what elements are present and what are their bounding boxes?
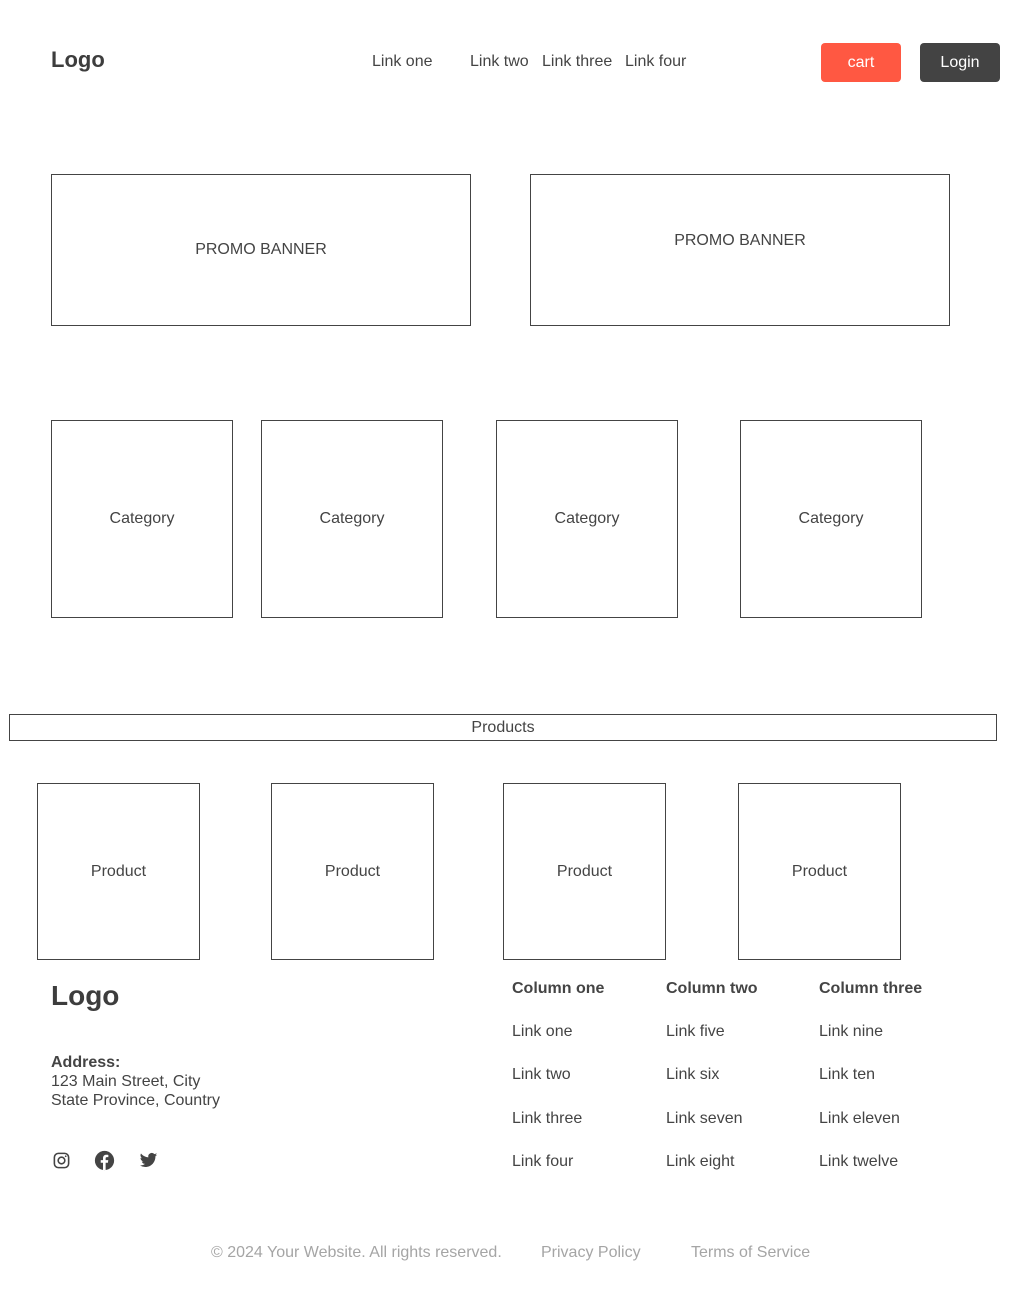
product-label: Product bbox=[791, 862, 848, 880]
product-label: Product bbox=[324, 862, 381, 880]
promo-banner-label: PROMO BANNER bbox=[674, 232, 806, 249]
footer-logo[interactable]: Logo bbox=[51, 980, 119, 1012]
product-card-1[interactable]: Product bbox=[37, 783, 200, 960]
product-card-4[interactable]: Product bbox=[738, 783, 901, 960]
terms-of-service-link[interactable]: Terms of Service bbox=[691, 1244, 810, 1262]
footer-link[interactable]: Link three bbox=[512, 1110, 582, 1128]
address-line-2: State Province, Country bbox=[51, 1092, 220, 1109]
footer-link[interactable]: Link four bbox=[512, 1153, 573, 1171]
footer-column-one-title: Column one bbox=[512, 980, 605, 997]
nav-link-four[interactable]: Link four bbox=[625, 53, 686, 71]
instagram-icon[interactable] bbox=[51, 1150, 72, 1171]
footer-link[interactable]: Link five bbox=[666, 1023, 725, 1041]
category-card-3[interactable]: Category bbox=[496, 420, 678, 618]
cart-button[interactable]: cart bbox=[821, 43, 901, 82]
products-section-title: Products bbox=[9, 714, 997, 741]
footer-link[interactable]: Link eight bbox=[666, 1153, 735, 1171]
category-label: Category bbox=[319, 510, 385, 527]
footer-link[interactable]: Link seven bbox=[666, 1110, 743, 1128]
header-logo[interactable]: Logo bbox=[51, 47, 105, 73]
footer-column-two-title: Column two bbox=[666, 980, 758, 997]
twitter-icon[interactable] bbox=[138, 1150, 159, 1171]
footer-column-three-title: Column three bbox=[819, 980, 923, 997]
category-label: Category bbox=[798, 510, 864, 527]
nav-link-two[interactable]: Link two bbox=[470, 53, 529, 71]
product-label: Product bbox=[556, 862, 613, 880]
promo-banner-1[interactable]: PROMO BANNER bbox=[51, 174, 471, 326]
category-card-4[interactable]: Category bbox=[740, 420, 922, 618]
footer-link[interactable]: Link two bbox=[512, 1066, 571, 1084]
login-button[interactable]: Login bbox=[920, 43, 1000, 82]
product-label: Product bbox=[90, 862, 147, 880]
facebook-icon[interactable] bbox=[94, 1150, 115, 1171]
footer-link[interactable]: Link ten bbox=[819, 1066, 875, 1084]
category-label: Category bbox=[554, 510, 620, 527]
promo-banner-2[interactable]: PROMO BANNER bbox=[530, 174, 950, 326]
category-card-1[interactable]: Category bbox=[51, 420, 233, 618]
category-card-2[interactable]: Category bbox=[261, 420, 443, 618]
nav-link-one[interactable]: Link one bbox=[372, 53, 433, 71]
address-label: Address: bbox=[51, 1054, 121, 1071]
products-title-text: Products bbox=[471, 718, 535, 736]
product-card-3[interactable]: Product bbox=[503, 783, 666, 960]
privacy-policy-link[interactable]: Privacy Policy bbox=[541, 1244, 641, 1262]
footer-link[interactable]: Link eleven bbox=[819, 1110, 900, 1128]
nav-link-three[interactable]: Link three bbox=[542, 53, 612, 71]
footer-link[interactable]: Link six bbox=[666, 1066, 719, 1084]
footer-link[interactable]: Link one bbox=[512, 1023, 573, 1041]
product-card-2[interactable]: Product bbox=[271, 783, 434, 960]
footer-link[interactable]: Link twelve bbox=[819, 1153, 898, 1171]
category-label: Category bbox=[109, 510, 175, 527]
copyright-text: © 2024 Your Website. All rights reserved… bbox=[211, 1244, 502, 1261]
footer-link[interactable]: Link nine bbox=[819, 1023, 883, 1041]
promo-banner-label: PROMO BANNER bbox=[195, 241, 327, 258]
address-line-1: 123 Main Street, City bbox=[51, 1073, 201, 1090]
